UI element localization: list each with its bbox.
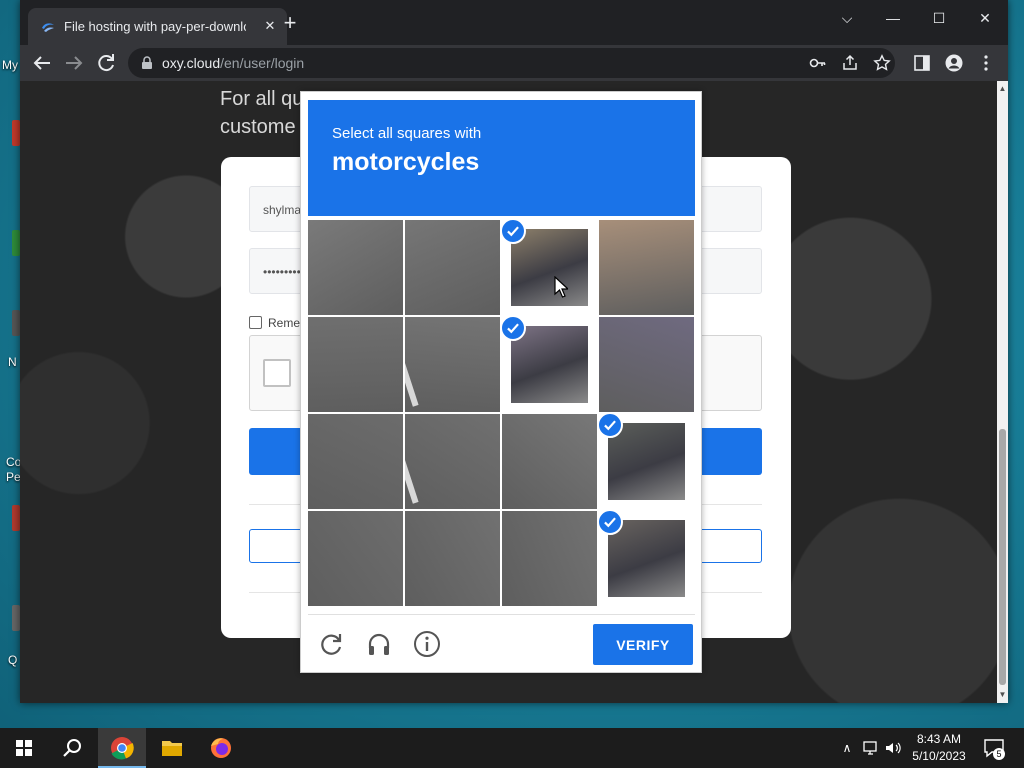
- remember-label: Reme: [268, 316, 301, 330]
- share-icon[interactable]: [841, 54, 859, 72]
- star-icon[interactable]: [873, 54, 891, 72]
- captcha-tile[interactable]: [308, 220, 403, 315]
- page-scrollbar[interactable]: ▲ ▼: [997, 81, 1008, 703]
- recaptcha-checkbox[interactable]: [263, 359, 291, 387]
- desktop-app-icon[interactable]: [12, 605, 20, 631]
- road-lane-mark: [405, 454, 419, 504]
- captcha-tile[interactable]: [308, 511, 403, 606]
- captcha-tile-selected[interactable]: [502, 220, 597, 315]
- tab-bar: File hosting with pay-per-download ✕ + ⌵…: [20, 0, 1008, 45]
- desktop-label-my: My: [2, 58, 18, 72]
- scroll-up-icon[interactable]: ▲: [997, 83, 1008, 94]
- reload-icon[interactable]: [317, 630, 345, 658]
- promo-line-2: custome: [220, 116, 296, 138]
- captcha-tile[interactable]: [502, 414, 597, 509]
- remember-checkbox[interactable]: [249, 316, 262, 329]
- browser-toolbar: oxy.cloud/en/user/login: [20, 45, 1008, 81]
- verify-button[interactable]: VERIFY: [593, 624, 693, 665]
- maximize-button[interactable]: ☐: [928, 8, 950, 30]
- desktop-app-icon[interactable]: [12, 230, 20, 256]
- minimize-button[interactable]: —: [882, 8, 904, 30]
- desktop-app-icon[interactable]: [12, 505, 20, 531]
- desktop-app-icon[interactable]: [12, 310, 20, 336]
- scroll-down-icon[interactable]: ▼: [997, 689, 1008, 700]
- captcha-grid: [308, 220, 695, 607]
- desktop-label-pe: Pe: [6, 470, 21, 484]
- new-tab-button[interactable]: +: [279, 12, 301, 35]
- notification-count-badge: 5: [993, 748, 1005, 760]
- key-icon[interactable]: [809, 54, 827, 72]
- url-host: oxy.cloud: [162, 55, 221, 71]
- captcha-tile[interactable]: [502, 511, 597, 606]
- captcha-tile-image: [608, 520, 685, 597]
- file-explorer-icon[interactable]: [148, 728, 196, 768]
- captcha-tile[interactable]: [308, 317, 403, 412]
- windows-start-icon[interactable]: [0, 728, 48, 768]
- captcha-tile-selected[interactable]: [599, 511, 694, 606]
- captcha-tile-selected[interactable]: [599, 414, 694, 509]
- taskbar-chrome[interactable]: [98, 728, 146, 768]
- taskbar: ∧ 8:43 AM 5/10/2023 5: [0, 728, 1024, 768]
- captcha-target: motorcycles: [332, 148, 480, 176]
- road-lane-mark: [405, 357, 419, 407]
- network-icon[interactable]: [862, 739, 880, 757]
- captcha-tile[interactable]: [308, 414, 403, 509]
- captcha-footer-divider: [308, 614, 695, 615]
- forward-arrow-icon[interactable]: [62, 51, 86, 75]
- captcha-instruction: Select all squares with: [332, 125, 482, 142]
- promo-text: For all qu custome: [220, 85, 303, 141]
- back-arrow-icon[interactable]: [30, 51, 54, 75]
- menu-icon[interactable]: [977, 54, 995, 72]
- audio-icon[interactable]: [365, 630, 393, 658]
- captcha-tile-selected[interactable]: [502, 317, 597, 412]
- desktop-label-q: Q: [8, 653, 18, 667]
- info-icon[interactable]: [413, 630, 441, 658]
- promo-line-1: For all qu: [220, 88, 304, 110]
- search-icon[interactable]: [48, 728, 96, 768]
- tab-search-icon[interactable]: ⌵: [836, 8, 858, 30]
- captcha-tile[interactable]: [405, 220, 500, 315]
- tab-close-icon[interactable]: ✕: [261, 17, 279, 35]
- volume-icon[interactable]: [884, 739, 902, 757]
- captcha-tile[interactable]: [405, 317, 500, 412]
- clock-date: 5/10/2023: [912, 749, 966, 763]
- clock-time: 8:43 AM: [916, 732, 962, 746]
- firefox-icon[interactable]: [197, 728, 245, 768]
- url-path: /en/user/login: [220, 55, 305, 71]
- tab-active[interactable]: File hosting with pay-per-download ✕: [28, 8, 287, 45]
- captcha-tile[interactable]: [405, 511, 500, 606]
- sidepanel-icon[interactable]: [913, 54, 931, 72]
- oxy-favicon-icon: [42, 23, 54, 32]
- remember-me[interactable]: Reme: [249, 316, 300, 330]
- desktop-app-icon[interactable]: [12, 120, 20, 146]
- chrome-icon: [111, 737, 134, 760]
- captcha-tile[interactable]: [599, 220, 694, 315]
- address-bar[interactable]: oxy.cloud/en/user/login: [128, 48, 895, 78]
- scroll-thumb[interactable]: [999, 429, 1006, 685]
- tab-title: File hosting with pay-per-download: [64, 19, 246, 34]
- captcha-tile-image: [511, 326, 588, 403]
- desktop-label-n: N: [8, 355, 17, 369]
- close-window-button[interactable]: ✕: [974, 8, 996, 30]
- captcha-tile[interactable]: [405, 414, 500, 509]
- system-clock[interactable]: 8:43 AM 5/10/2023: [903, 731, 975, 765]
- profile-icon[interactable]: [945, 54, 963, 72]
- captcha-tile-image: [608, 423, 685, 500]
- mouse-cursor-icon: [554, 276, 568, 298]
- reload-icon[interactable]: [94, 51, 118, 75]
- captcha-tile[interactable]: [599, 317, 694, 412]
- lock-icon[interactable]: [140, 56, 154, 70]
- captcha-tile-image: [511, 229, 588, 306]
- url-text: oxy.cloud/en/user/login: [162, 55, 304, 71]
- captcha-header: Select all squares with motorcycles: [308, 100, 695, 216]
- chevron-up-icon[interactable]: ∧: [838, 739, 856, 757]
- captcha-challenge: Select all squares with motorcycles VERI…: [300, 91, 702, 673]
